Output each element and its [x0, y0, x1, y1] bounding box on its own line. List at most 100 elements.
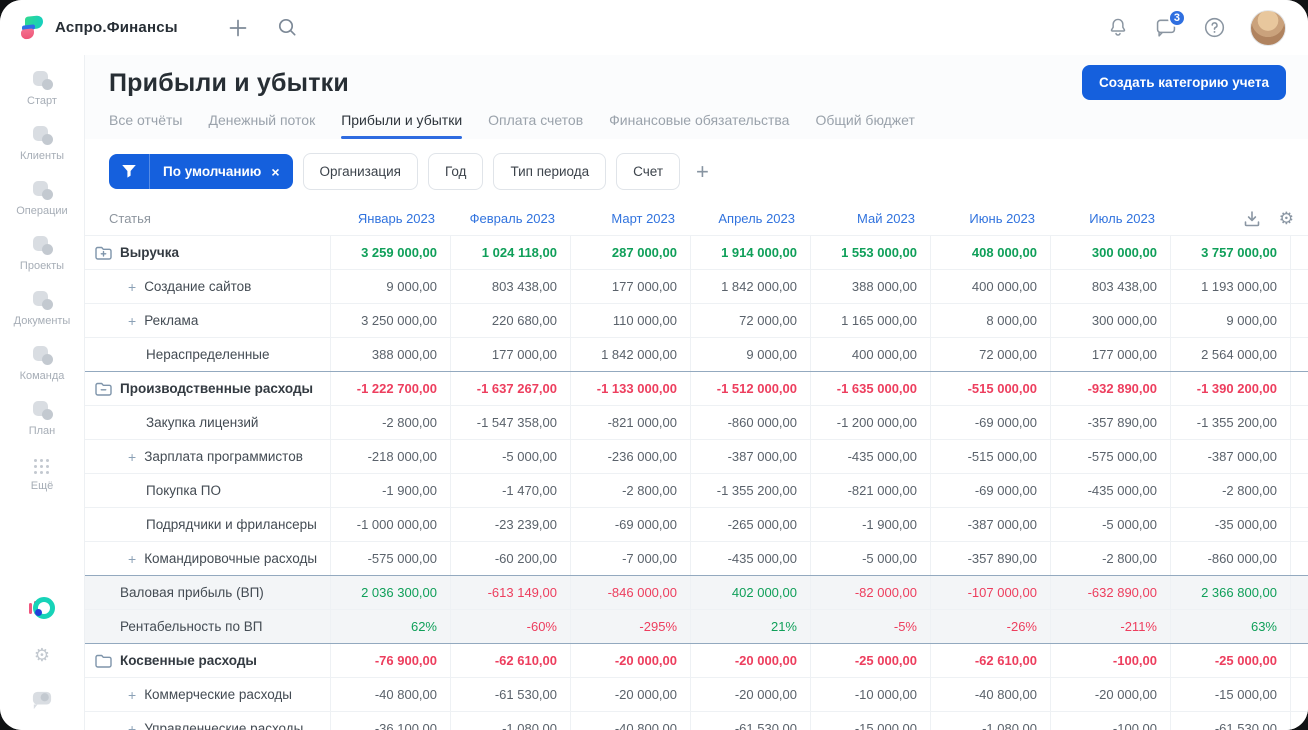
- value-cell[interactable]: -69 000,00: [930, 406, 1050, 439]
- value-cell[interactable]: 2 564 000,00: [1170, 338, 1290, 371]
- tab-оплата-счетов[interactable]: Оплата счетов: [488, 112, 583, 139]
- value-cell[interactable]: -60%: [450, 610, 570, 643]
- value-cell[interactable]: 388 000,00: [330, 338, 450, 371]
- table-row[interactable]: Закупка лицензий -2 800,00 -1 547 358,00-…: [85, 405, 1308, 439]
- column-header-month[interactable]: Май 2023: [810, 202, 930, 235]
- value-cell[interactable]: -575 000,00: [330, 542, 450, 575]
- value-cell[interactable]: -1 637 267,00: [450, 372, 570, 405]
- table-row[interactable]: Выручка 3 259 000,00 1 024 118,00 287 000,…: [85, 235, 1308, 269]
- value-cell[interactable]: -69 000,00: [930, 474, 1050, 507]
- value-cell[interactable]: -435 000,00: [690, 542, 810, 575]
- value-cell[interactable]: 3 259 000,00: [330, 236, 450, 269]
- value-cell[interactable]: -1 512 000,00: [690, 372, 810, 405]
- value-cell[interactable]: -1 000 000,00: [330, 508, 450, 541]
- value-cell[interactable]: 72 000,00: [690, 304, 810, 337]
- value-cell[interactable]: 408 000,00: [930, 236, 1050, 269]
- settings-gear-icon[interactable]: ⚙: [34, 646, 50, 664]
- value-cell[interactable]: -1 355 200,00: [1170, 406, 1290, 439]
- value-cell[interactable]: 177 000,00: [570, 270, 690, 303]
- value-cell[interactable]: -1 222 700,00: [330, 372, 450, 405]
- value-cell[interactable]: -575 000,00: [1050, 440, 1170, 473]
- value-cell[interactable]: -211%: [1050, 610, 1170, 643]
- tab-общий-бюджет[interactable]: Общий бюджет: [815, 112, 914, 139]
- value-cell[interactable]: 803 438,00: [450, 270, 570, 303]
- value-cell[interactable]: -82 000,00: [810, 576, 930, 609]
- value-cell[interactable]: 3 757 000,00: [1170, 236, 1290, 269]
- table-row[interactable]: + Реклама 3 250 000,00 220 680,00 110 000,0…: [85, 303, 1308, 337]
- value-cell[interactable]: 1 024 118,00: [450, 236, 570, 269]
- table-row[interactable]: + Зарплата программистов -218 000,00 -5 00…: [85, 439, 1308, 473]
- value-cell[interactable]: -5 000,00: [810, 542, 930, 575]
- table-row[interactable]: + Командировочные расходы -575 000,00 -60 …: [85, 541, 1308, 575]
- tab-все-отчёты[interactable]: Все отчёты: [109, 112, 182, 139]
- value-cell[interactable]: 300 000,00: [1050, 236, 1170, 269]
- value-cell[interactable]: -61 530,00: [450, 678, 570, 711]
- filter-chip[interactable]: Счет: [616, 153, 681, 190]
- value-cell[interactable]: -295%: [570, 610, 690, 643]
- value-cell[interactable]: -2 800,00: [1170, 474, 1290, 507]
- value-cell[interactable]: -40 800,00: [330, 678, 450, 711]
- value-cell[interactable]: -15 000,00: [1170, 678, 1290, 711]
- value-cell[interactable]: -357 890,00: [1050, 406, 1170, 439]
- value-cell[interactable]: -100,00: [1050, 712, 1170, 730]
- value-cell[interactable]: -5 000,00: [450, 440, 570, 473]
- sidebar-item-team[interactable]: Команда: [14, 344, 71, 382]
- value-cell[interactable]: -1 200 000,00: [810, 406, 930, 439]
- support-chat-icon[interactable]: [31, 690, 53, 710]
- value-cell[interactable]: -20 000,00: [690, 678, 810, 711]
- sidebar-item-documents[interactable]: Документы: [14, 289, 70, 327]
- value-cell[interactable]: -69 000,00: [570, 508, 690, 541]
- sidebar-item-operations[interactable]: Операции: [14, 179, 71, 217]
- value-cell[interactable]: 300 000,00: [1050, 304, 1170, 337]
- user-avatar[interactable]: [1250, 9, 1286, 46]
- value-cell[interactable]: -860 000,00: [1170, 542, 1290, 575]
- value-cell[interactable]: 110 000,00: [570, 304, 690, 337]
- value-cell[interactable]: -1 900,00: [330, 474, 450, 507]
- table-row[interactable]: Производственные расходы -1 222 700,00 -1…: [85, 371, 1308, 405]
- value-cell[interactable]: 177 000,00: [450, 338, 570, 371]
- value-cell[interactable]: 21%: [690, 610, 810, 643]
- value-cell[interactable]: -265 000,00: [690, 508, 810, 541]
- column-header-month[interactable]: Март 2023: [570, 202, 690, 235]
- expand-plus-icon[interactable]: +: [128, 687, 136, 703]
- table-row[interactable]: + Создание сайтов 9 000,00 803 438,00 177 0…: [85, 269, 1308, 303]
- value-cell[interactable]: -613 149,00: [450, 576, 570, 609]
- column-header-month[interactable]: Июнь 2023: [930, 202, 1050, 235]
- table-row[interactable]: Косвенные расходы -76 900,00 -62 610,00 -2…: [85, 643, 1308, 677]
- value-cell[interactable]: -5 000,00: [1050, 508, 1170, 541]
- value-cell[interactable]: -435 000,00: [810, 440, 930, 473]
- value-cell[interactable]: -76 900,00: [330, 644, 450, 677]
- value-cell[interactable]: -40 800,00: [930, 678, 1050, 711]
- table-row[interactable]: + Коммерческие расходы -40 800,00 -61 530,…: [85, 677, 1308, 711]
- value-cell[interactable]: -20 000,00: [690, 644, 810, 677]
- table-settings-gear-icon[interactable]: ⚙: [1279, 210, 1294, 227]
- table-row[interactable]: Валовая прибыль (ВП) 2 036 300,00 -613 14…: [85, 575, 1308, 609]
- value-cell[interactable]: -860 000,00: [690, 406, 810, 439]
- value-cell[interactable]: -5%: [810, 610, 930, 643]
- value-cell[interactable]: -1 635 000,00: [810, 372, 930, 405]
- value-cell[interactable]: 9 000,00: [330, 270, 450, 303]
- column-header-month[interactable]: Апрель 2023: [690, 202, 810, 235]
- value-cell[interactable]: 9 000,00: [1170, 304, 1290, 337]
- value-cell[interactable]: 1 553 000,00: [810, 236, 930, 269]
- value-cell[interactable]: 2 366 800,00: [1170, 576, 1290, 609]
- value-cell[interactable]: -25 000,00: [1170, 644, 1290, 677]
- folder-icon[interactable]: [95, 654, 112, 668]
- column-header-month[interactable]: Февраль 2023: [450, 202, 570, 235]
- value-cell[interactable]: -7 000,00: [570, 542, 690, 575]
- value-cell[interactable]: 388 000,00: [810, 270, 930, 303]
- table-row[interactable]: Нераспределенные 388 000,00 177 000,00 1 8…: [85, 337, 1308, 371]
- value-cell[interactable]: 2 036 300,00: [330, 576, 450, 609]
- value-cell[interactable]: 1 193 000,00: [1170, 270, 1290, 303]
- value-cell[interactable]: -932 890,00: [1050, 372, 1170, 405]
- column-header-month[interactable]: Июль 2023: [1050, 202, 1170, 235]
- expand-plus-icon[interactable]: +: [128, 279, 136, 295]
- filter-chip[interactable]: Год: [427, 153, 484, 190]
- filter-chip[interactable]: Организация: [302, 153, 418, 190]
- value-cell[interactable]: -357 890,00: [930, 542, 1050, 575]
- value-cell[interactable]: 287 000,00: [570, 236, 690, 269]
- table-row[interactable]: Рентабельность по ВП 62% -60% -295% 21% -5% -…: [85, 609, 1308, 643]
- value-cell[interactable]: -61 530,00: [690, 712, 810, 730]
- value-cell[interactable]: -100,00: [1050, 644, 1170, 677]
- value-cell[interactable]: 3 250 000,00: [330, 304, 450, 337]
